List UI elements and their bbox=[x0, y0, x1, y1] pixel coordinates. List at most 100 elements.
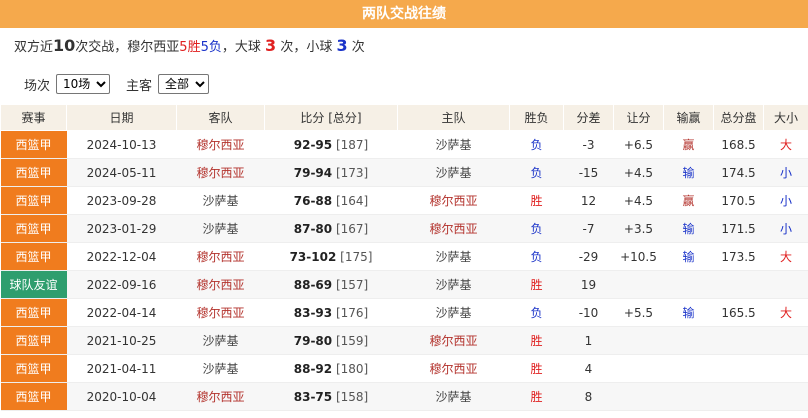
home-team-cell[interactable]: 沙萨基 bbox=[397, 130, 510, 159]
total-points: [164] bbox=[335, 193, 369, 208]
date-cell: 2021-10-25 bbox=[66, 326, 177, 355]
col-handicap[interactable]: 让分 bbox=[613, 104, 664, 131]
col-score[interactable]: 比分 [总分] bbox=[264, 104, 398, 131]
ou-line-cell: 168.5 bbox=[713, 130, 764, 159]
away-team-cell[interactable]: 沙萨基 bbox=[176, 326, 265, 355]
handicap-cell bbox=[613, 326, 664, 355]
away-team-cell[interactable]: 沙萨基 bbox=[176, 186, 265, 215]
diff-cell: -29 bbox=[563, 242, 614, 271]
table-row: 西篮甲 2021-04-11 沙萨基 88-92 [180] 穆尔西亚胜 4 bbox=[0, 354, 808, 383]
date-cell: 2024-10-13 bbox=[66, 130, 177, 159]
total-points: [187] bbox=[335, 137, 369, 152]
col-result[interactable]: 胜负 bbox=[509, 104, 564, 131]
result-cell: 负 bbox=[509, 298, 564, 327]
result-cell: 胜 bbox=[509, 326, 564, 355]
table-row: 西篮甲 2024-10-13 穆尔西亚 92-95 [187] 沙萨基负 -3 +6.5 赢 1… bbox=[0, 130, 808, 159]
result-cell: 胜 bbox=[509, 382, 564, 411]
home-team-cell[interactable]: 沙萨基 bbox=[397, 298, 510, 327]
ou-line-cell bbox=[713, 382, 764, 411]
score-cell: 83-93 [176] bbox=[264, 298, 398, 327]
away-team-cell[interactable]: 穆尔西亚 bbox=[176, 298, 265, 327]
ou-result-cell: 大 bbox=[763, 242, 808, 271]
panel-title: 两队交战往绩 bbox=[0, 0, 808, 28]
total-points: [180] bbox=[335, 361, 369, 376]
ou-result-cell bbox=[763, 270, 808, 299]
col-league[interactable]: 赛事 bbox=[0, 104, 67, 131]
home-team-cell[interactable]: 穆尔西亚 bbox=[397, 354, 510, 383]
col-ou[interactable]: 大小 bbox=[763, 104, 808, 131]
score-cell: 83-75 [158] bbox=[264, 382, 398, 411]
total-points: [157] bbox=[335, 277, 369, 292]
league-cell[interactable]: 西篮甲 bbox=[0, 354, 67, 383]
col-diff[interactable]: 分差 bbox=[563, 104, 614, 131]
total-points: [159] bbox=[335, 333, 369, 348]
count-select[interactable]: 10场 bbox=[56, 74, 111, 94]
score-value: 88-69 bbox=[293, 277, 333, 292]
col-date[interactable]: 日期 bbox=[66, 104, 177, 131]
handicap-result-cell: 输 bbox=[663, 214, 714, 243]
summary-win-count: 5 bbox=[179, 40, 188, 55]
col-away[interactable]: 客队 bbox=[176, 104, 265, 131]
away-team-cell[interactable]: 穆尔西亚 bbox=[176, 158, 265, 187]
diff-cell: -15 bbox=[563, 158, 614, 187]
league-cell[interactable]: 西篮甲 bbox=[0, 158, 67, 187]
summary-big-count: 3 bbox=[265, 36, 277, 55]
ou-line-cell: 173.5 bbox=[713, 242, 764, 271]
league-cell[interactable]: 西篮甲 bbox=[0, 382, 67, 411]
home-team-cell[interactable]: 沙萨基 bbox=[397, 382, 510, 411]
result-cell: 胜 bbox=[509, 186, 564, 215]
ou-line-cell bbox=[713, 354, 764, 383]
handicap-cell: +6.5 bbox=[613, 130, 664, 159]
ou-result-cell: 大 bbox=[763, 130, 808, 159]
col-home[interactable]: 主队 bbox=[397, 104, 510, 131]
score-value: 92-95 bbox=[293, 137, 333, 152]
summary-games: 10 bbox=[53, 36, 76, 55]
league-cell[interactable]: 西篮甲 bbox=[0, 214, 67, 243]
league-cell[interactable]: 西篮甲 bbox=[0, 326, 67, 355]
result-cell: 负 bbox=[509, 242, 564, 271]
handicap-result-cell: 输 bbox=[663, 298, 714, 327]
handicap-result-cell: 输 bbox=[663, 158, 714, 187]
home-team-cell[interactable]: 沙萨基 bbox=[397, 242, 510, 271]
h2h-table: 赛事 日期 客队 比分 [总分] 主队 胜负 分差 让分 输赢 总分盘 大小 西… bbox=[0, 104, 808, 411]
col-hcp-result[interactable]: 输赢 bbox=[663, 104, 714, 131]
away-team-cell[interactable]: 穆尔西亚 bbox=[176, 270, 265, 299]
col-ou-line[interactable]: 总分盘 bbox=[713, 104, 764, 131]
league-cell[interactable]: 西篮甲 bbox=[0, 242, 67, 271]
handicap-cell bbox=[613, 270, 664, 299]
away-team-cell[interactable]: 穆尔西亚 bbox=[176, 130, 265, 159]
score-cell: 79-94 [173] bbox=[264, 158, 398, 187]
total-points: [175] bbox=[340, 249, 373, 264]
league-cell[interactable]: 西篮甲 bbox=[0, 130, 67, 159]
diff-cell: 19 bbox=[563, 270, 614, 299]
home-away-select[interactable]: 全部 bbox=[158, 74, 210, 94]
league-cell[interactable]: 球队友谊 bbox=[0, 270, 67, 299]
home-team-cell[interactable]: 穆尔西亚 bbox=[397, 326, 510, 355]
result-cell: 胜 bbox=[509, 270, 564, 299]
home-team-cell[interactable]: 穆尔西亚 bbox=[397, 214, 510, 243]
filter-bar: 场次 10场 主客 全部 bbox=[0, 64, 808, 104]
league-cell[interactable]: 西篮甲 bbox=[0, 298, 67, 327]
league-cell[interactable]: 西篮甲 bbox=[0, 186, 67, 215]
score-cell: 87-80 [167] bbox=[264, 214, 398, 243]
away-team-cell[interactable]: 穆尔西亚 bbox=[176, 242, 265, 271]
ou-line-cell: 171.5 bbox=[713, 214, 764, 243]
score-value: 73-102 bbox=[289, 249, 337, 264]
score-value: 79-80 bbox=[293, 333, 333, 348]
ou-line-cell: 170.5 bbox=[713, 186, 764, 215]
score-cell: 76-88 [164] bbox=[264, 186, 398, 215]
score-cell: 88-69 [157] bbox=[264, 270, 398, 299]
home-team-cell[interactable]: 沙萨基 bbox=[397, 158, 510, 187]
date-cell: 2022-12-04 bbox=[66, 242, 177, 271]
away-team-cell[interactable]: 沙萨基 bbox=[176, 354, 265, 383]
home-team-cell[interactable]: 穆尔西亚 bbox=[397, 186, 510, 215]
diff-cell: -7 bbox=[563, 214, 614, 243]
table-row: 西篮甲 2020-10-04 穆尔西亚 83-75 [158] 沙萨基胜 8 bbox=[0, 382, 808, 411]
date-cell: 2020-10-04 bbox=[66, 382, 177, 411]
diff-cell: 1 bbox=[563, 326, 614, 355]
away-team-cell[interactable]: 沙萨基 bbox=[176, 214, 265, 243]
away-team-cell[interactable]: 穆尔西亚 bbox=[176, 382, 265, 411]
handicap-result-cell: 赢 bbox=[663, 186, 714, 215]
total-points: [158] bbox=[335, 389, 369, 404]
home-team-cell[interactable]: 沙萨基 bbox=[397, 270, 510, 299]
